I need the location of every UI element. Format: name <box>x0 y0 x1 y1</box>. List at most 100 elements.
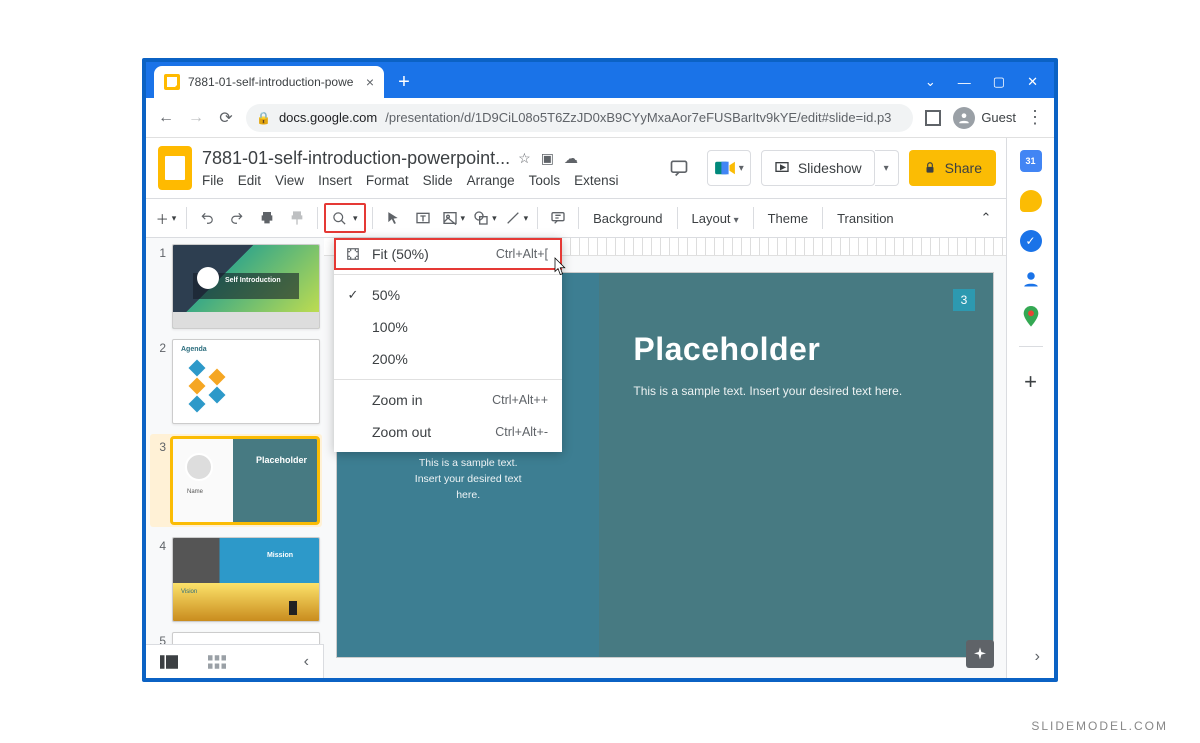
thumbnail-number: 3 <box>154 438 166 523</box>
select-tool-button[interactable] <box>379 204 407 232</box>
tab-close-icon[interactable]: × <box>366 74 374 90</box>
slideshow-dropdown[interactable]: ▾ <box>875 150 899 186</box>
slide-subtitle[interactable]: This is a sample text. Insert your desir… <box>633 384 959 398</box>
hide-sidepanel-icon[interactable]: › <box>1035 648 1040 666</box>
work-area: 1 Self Introduction 2 Agenda <box>146 238 1006 678</box>
calendar-icon[interactable] <box>1020 150 1042 172</box>
shape-button[interactable]: ▾ <box>470 204 500 232</box>
left-subtitle[interactable]: This is a sample text. Insert your desir… <box>415 456 522 503</box>
nav-forward-button[interactable]: → <box>186 108 206 128</box>
keep-icon[interactable] <box>1020 190 1042 212</box>
zoom-in-item[interactable]: Zoom in Ctrl+Alt++ <box>334 384 562 416</box>
tasks-icon[interactable] <box>1020 230 1042 252</box>
zoom-level-item[interactable]: ✓ 50% <box>334 279 562 311</box>
thumbnail-item[interactable]: 1 Self Introduction <box>154 244 320 329</box>
slideshow-label: Slideshow <box>798 160 862 176</box>
browser-tab[interactable]: 7881-01-self-introduction-powe × <box>154 66 384 98</box>
print-button[interactable] <box>253 204 281 232</box>
thumbnail-item[interactable]: 5 <box>154 632 320 644</box>
menu-slide[interactable]: Slide <box>423 173 453 188</box>
url-input[interactable]: 🔒 docs.google.com/presentation/d/1D9CiL0… <box>246 104 913 132</box>
slide-title[interactable]: Placeholder <box>633 331 959 368</box>
collapse-rail-icon[interactable]: ‹ <box>304 653 309 671</box>
comment-button[interactable] <box>544 204 572 232</box>
line-button[interactable]: ▾ <box>502 204 532 232</box>
profile-chip[interactable]: Guest <box>953 107 1016 129</box>
thumbnail-number: 2 <box>154 339 166 424</box>
browser-tabbar: 7881-01-self-introduction-powe × + ⌄ — ▢… <box>146 62 1054 98</box>
zoom-level-label: 200% <box>372 351 408 367</box>
thumbnail-preview[interactable]: Placeholder Name <box>172 438 318 523</box>
zoom-fit-item[interactable]: Fit (50%) Ctrl+Alt+[ <box>334 238 562 270</box>
zoom-level-item[interactable]: 200% <box>334 343 562 375</box>
view-switcher: ‹ <box>146 644 323 678</box>
cloud-status-icon: ☁ <box>564 150 578 167</box>
undo-button[interactable] <box>193 204 221 232</box>
filmstrip-view-icon[interactable] <box>160 655 178 669</box>
contacts-icon[interactable] <box>1022 270 1040 288</box>
theme-button[interactable]: Theme <box>760 211 816 226</box>
image-button[interactable]: ▾ <box>439 204 469 232</box>
window-maximize-icon[interactable]: ▢ <box>993 74 1005 90</box>
menu-extensions[interactable]: Extensi <box>574 173 618 188</box>
zoom-fit-label: Fit (50%) <box>372 246 429 262</box>
thumbnail-rail[interactable]: 1 Self Introduction 2 Agenda <box>146 238 324 644</box>
thumbnail-number: 4 <box>154 537 166 622</box>
zoom-level-item[interactable]: 100% <box>334 311 562 343</box>
cursor-pointer-icon <box>552 256 570 278</box>
menu-insert[interactable]: Insert <box>318 173 352 188</box>
menu-file[interactable]: File <box>202 173 224 188</box>
transition-button[interactable]: Transition <box>829 211 902 226</box>
slides-logo-icon[interactable] <box>158 146 192 190</box>
window-minimize-icon[interactable]: — <box>958 75 971 90</box>
thumbnail-item[interactable]: 2 Agenda <box>154 339 320 424</box>
star-icon[interactable]: ☆ <box>518 150 531 167</box>
nav-reload-button[interactable]: ⟳ <box>216 108 236 128</box>
tab-title: 7881-01-self-introduction-powe <box>188 75 358 89</box>
nav-back-button[interactable]: ← <box>156 108 176 128</box>
slideshow-button[interactable]: Slideshow <box>761 150 875 186</box>
layout-button[interactable]: Layout <box>684 211 747 226</box>
explore-button[interactable] <box>966 640 994 668</box>
menu-tools[interactable]: Tools <box>529 173 561 188</box>
zoom-button[interactable]: ▾ <box>324 203 366 233</box>
menu-format[interactable]: Format <box>366 173 409 188</box>
thumbnail-item-selected[interactable]: 3 Placeholder Name <box>150 434 322 527</box>
thumbnail-preview[interactable] <box>172 632 320 644</box>
thumbnail-preview[interactable]: Mission Vision <box>172 537 320 622</box>
url-host: docs.google.com <box>279 110 377 125</box>
install-app-icon[interactable] <box>923 108 943 128</box>
thumbnail-preview[interactable]: Agenda <box>172 339 320 424</box>
maps-icon[interactable] <box>1022 306 1040 328</box>
new-tab-button[interactable]: + <box>390 68 418 96</box>
collapse-toolbar-button[interactable]: ⌃ <box>972 204 1000 232</box>
background-button[interactable]: Background <box>585 211 670 226</box>
comment-history-icon[interactable] <box>661 150 697 186</box>
zoom-level-label: 100% <box>372 319 408 335</box>
menu-view[interactable]: View <box>275 173 304 188</box>
paint-format-button[interactable] <box>283 204 311 232</box>
browser-addressbar: ← → ⟳ 🔒 docs.google.com/presentation/d/1… <box>146 98 1054 138</box>
window-close-icon[interactable]: ✕ <box>1027 74 1038 90</box>
zoom-dropdown: Fit (50%) Ctrl+Alt+[ ✓ 50% 100% <box>334 238 562 452</box>
chevron-down-icon[interactable]: ⌄ <box>925 74 936 90</box>
menu-edit[interactable]: Edit <box>238 173 261 188</box>
textbox-button[interactable] <box>409 204 437 232</box>
thumbnail-preview[interactable]: Self Introduction <box>172 244 320 329</box>
meet-button[interactable]: ▾ <box>707 150 751 186</box>
browser-menu-icon[interactable]: ⋮ <box>1026 107 1044 128</box>
zoom-level-label: 50% <box>372 287 400 303</box>
window-controls: ⌄ — ▢ ✕ <box>909 66 1054 98</box>
thumbnail-item[interactable]: 4 Mission Vision <box>154 537 320 622</box>
share-button[interactable]: Share <box>909 150 996 186</box>
menu-arrange[interactable]: Arrange <box>467 173 515 188</box>
document-title[interactable]: 7881-01-self-introduction-powerpoint... <box>202 148 510 169</box>
move-icon[interactable]: ▣ <box>541 150 554 167</box>
add-addon-button[interactable]: + <box>1024 369 1037 395</box>
grid-view-icon[interactable] <box>208 655 226 669</box>
watermark-text: SLIDEMODEL.COM <box>1031 719 1168 733</box>
zoom-out-item[interactable]: Zoom out Ctrl+Alt+- <box>334 416 562 448</box>
new-slide-button[interactable]: ＋▾ <box>152 204 180 232</box>
redo-button[interactable] <box>223 204 251 232</box>
thumbnail-number: 1 <box>154 244 166 329</box>
